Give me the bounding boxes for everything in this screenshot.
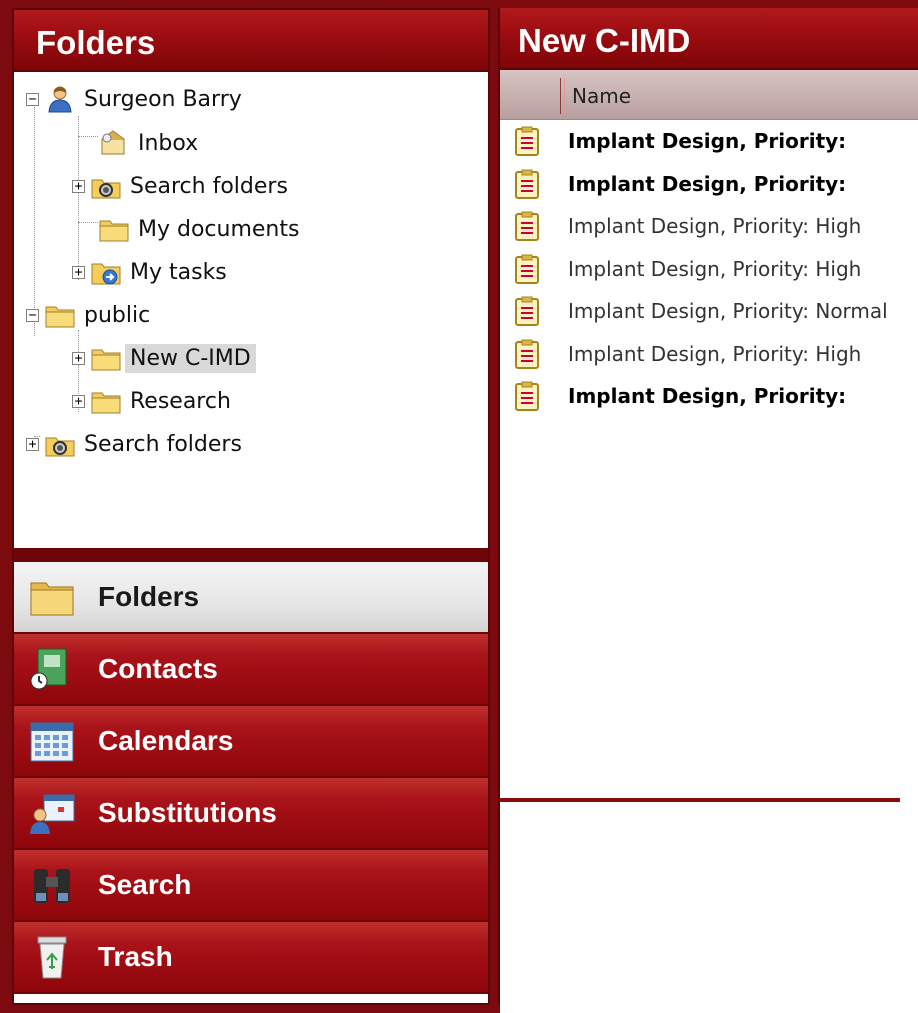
inbox-icon (101, 130, 125, 155)
item-subject: Implant Design, Priority: (568, 171, 847, 196)
tree-label: public (84, 302, 151, 328)
tree-item-my-tasks[interactable]: + My tasks (72, 255, 232, 289)
nav-substitutions[interactable]: Substitutions (14, 778, 488, 850)
item-list: Implant Design, Priority: Implant Design… (500, 120, 918, 418)
preview-pane (500, 802, 918, 1013)
tree-label: My documents (138, 216, 300, 242)
folder-tree: − Surgeon Barry Inbox + Search folders M… (14, 72, 488, 551)
item-subject: Implant Design, Priority: High (568, 341, 862, 366)
list-item[interactable]: Implant Design, Priority: (500, 120, 918, 163)
column-divider[interactable] (560, 78, 565, 114)
nav-label: Contacts (98, 653, 218, 684)
task-icon (515, 126, 539, 157)
item-subject: Implant Design, Priority: (568, 384, 847, 409)
list-item[interactable]: Implant Design, Priority: (500, 163, 918, 206)
tree-label: Search folders (130, 173, 288, 199)
tree-item-my-documents[interactable]: My documents (98, 212, 304, 246)
expand-icon[interactable]: + (26, 437, 39, 451)
item-subject: Implant Design, Priority: (568, 129, 847, 154)
folder-icon (91, 349, 121, 371)
nav-label: Trash (98, 941, 173, 972)
folders-panel: Folders − Surgeon Barry Inbox + Search f… (12, 8, 490, 1005)
item-list-panel: New C-IMD Name Implant Design, Priority:… (498, 8, 918, 1013)
nav-label: Search (98, 869, 192, 900)
nav-label: Folders (98, 581, 200, 612)
nav-contacts[interactable]: Contacts (14, 634, 488, 706)
folder-icon (30, 582, 74, 616)
collapse-icon[interactable]: − (26, 308, 39, 322)
task-icon (515, 254, 539, 284)
tree-item-inbox[interactable]: Inbox (98, 126, 203, 160)
tree-label: New C-IMD (125, 343, 256, 373)
tree-label: Search folders (84, 431, 242, 457)
list-item[interactable]: Implant Design, Priority: High (500, 333, 918, 376)
expand-icon[interactable]: + (72, 179, 85, 193)
user-icon (48, 86, 72, 113)
folder-icon (45, 306, 75, 328)
expand-icon[interactable]: + (72, 394, 85, 408)
expand-icon[interactable]: + (72, 265, 85, 279)
nav-label: Calendars (98, 725, 234, 756)
tree-label: Surgeon Barry (84, 86, 242, 112)
tree-item-research[interactable]: + Research (72, 384, 236, 418)
navigation-pane: Folders Contacts Calendars Substitutions… (14, 550, 488, 994)
calendar-icon (30, 722, 74, 762)
search-folder-icon (91, 179, 121, 199)
item-subject: Implant Design, Priority: High (568, 256, 862, 281)
tree-label: Research (130, 388, 231, 414)
nav-search[interactable]: Search (14, 850, 488, 922)
list-panel-title: New C-IMD (500, 8, 918, 70)
task-icon (515, 339, 539, 369)
list-item[interactable]: Implant Design, Priority: (500, 375, 918, 418)
folder-icon (91, 392, 121, 414)
item-subject: Implant Design, Priority: Normal (568, 299, 888, 324)
list-item[interactable]: Implant Design, Priority: High (500, 248, 918, 291)
splitter[interactable] (14, 550, 488, 562)
name-column-header[interactable]: Name (500, 70, 918, 120)
task-icon (515, 381, 539, 412)
tree-label: My tasks (130, 259, 227, 285)
column-header-label: Name (572, 84, 632, 108)
tree-item-new-c-imd[interactable]: + New C-IMD (72, 341, 256, 375)
collapse-icon[interactable]: − (26, 92, 39, 106)
task-icon (515, 211, 539, 242)
task-icon (515, 296, 539, 327)
task-icon (515, 169, 539, 199)
tree-item-search-folders-root[interactable]: + Search folders (26, 427, 247, 461)
tree-item-surgeon-barry[interactable]: − Surgeon Barry (26, 82, 247, 116)
nav-folders[interactable]: Folders (14, 562, 488, 634)
list-item[interactable]: Implant Design, Priority: High (500, 205, 918, 248)
substitutions-icon (30, 794, 75, 834)
search-folder-icon (45, 437, 75, 457)
binoculars-icon (34, 869, 70, 903)
folders-panel-title: Folders (14, 10, 488, 72)
expand-icon[interactable]: + (72, 351, 85, 365)
folder-icon (99, 220, 129, 242)
contacts-icon (30, 648, 67, 690)
list-item[interactable]: Implant Design, Priority: Normal (500, 290, 918, 333)
tree-label: Inbox (138, 130, 199, 156)
trash-icon (37, 936, 67, 979)
tree-item-public[interactable]: − public (26, 298, 155, 332)
nav-trash[interactable]: Trash (14, 922, 488, 994)
tree-item-search-folders[interactable]: + Search folders (72, 169, 293, 203)
item-subject: Implant Design, Priority: High (568, 214, 862, 239)
nav-calendars[interactable]: Calendars (14, 706, 488, 778)
nav-label: Substitutions (98, 797, 277, 828)
tasks-folder-icon (91, 263, 121, 285)
